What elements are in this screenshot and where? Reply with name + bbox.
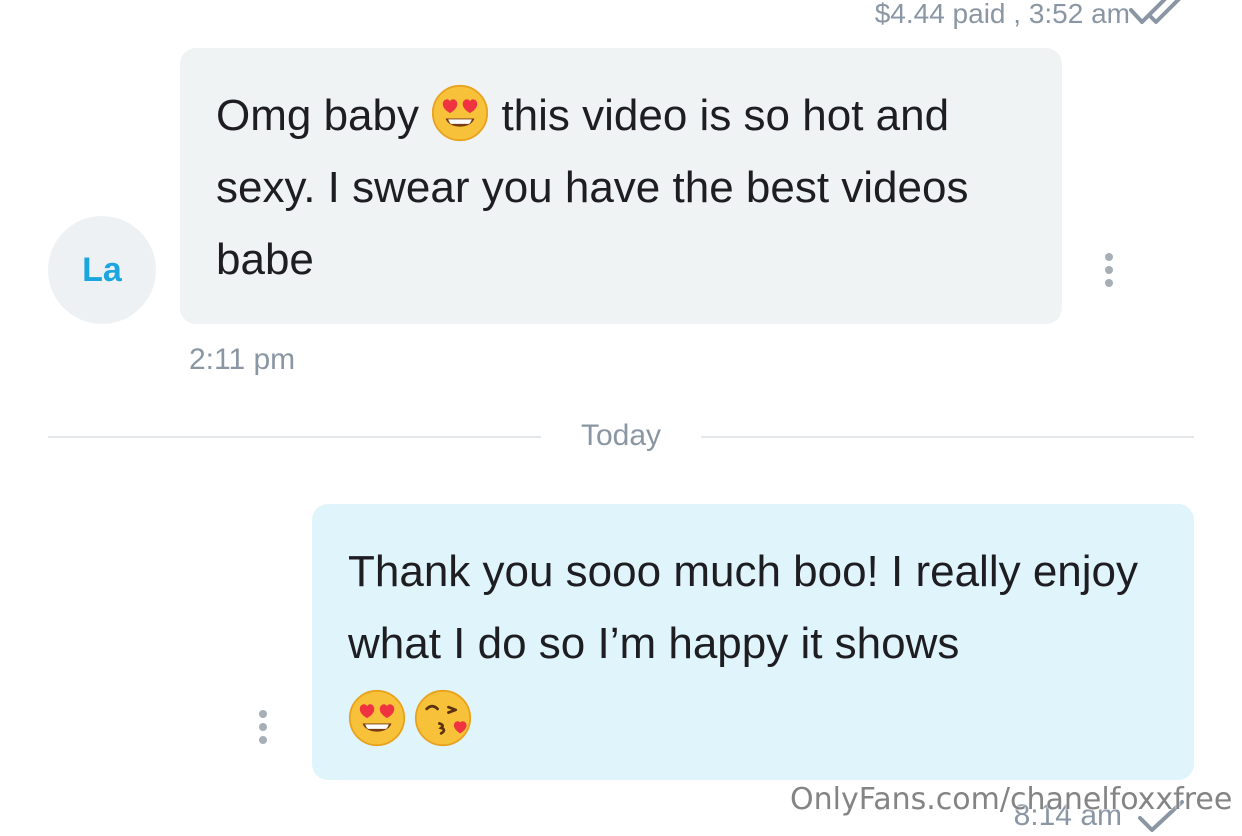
more-options-icon[interactable]: [250, 707, 276, 747]
double-check-icon: [1129, 0, 1181, 24]
heart-eyes-emoji-icon: [432, 84, 489, 142]
avatar-initials: La: [82, 250, 122, 289]
previous-message-meta: $4.44 paid , 3:52 am: [874, 0, 1130, 29]
date-divider-label: Today: [580, 419, 662, 452]
watermark: OnlyFans.com/chanelfoxxfree: [790, 782, 1233, 817]
outgoing-message-bubble[interactable]: Thank you sooo much boo! I really enjoy …: [312, 504, 1194, 780]
outgoing-message-text: Thank you sooo much boo! I really enjoy …: [348, 547, 1139, 668]
outgoing-emoji-row: [348, 688, 1158, 748]
more-options-icon[interactable]: [1096, 250, 1122, 290]
kissing-heart-emoji-icon: [415, 689, 472, 746]
heart-eyes-emoji-icon: [348, 689, 406, 746]
incoming-message-bubble[interactable]: Omg baby this video is so hot and sexy. …: [180, 48, 1062, 324]
divider-line-left: [48, 436, 541, 438]
incoming-message-time: 2:11 pm: [189, 343, 296, 376]
divider-line-right: [701, 436, 1194, 438]
avatar[interactable]: La: [48, 216, 156, 324]
incoming-message-text: Omg baby this video is so hot and sexy. …: [216, 80, 1026, 296]
